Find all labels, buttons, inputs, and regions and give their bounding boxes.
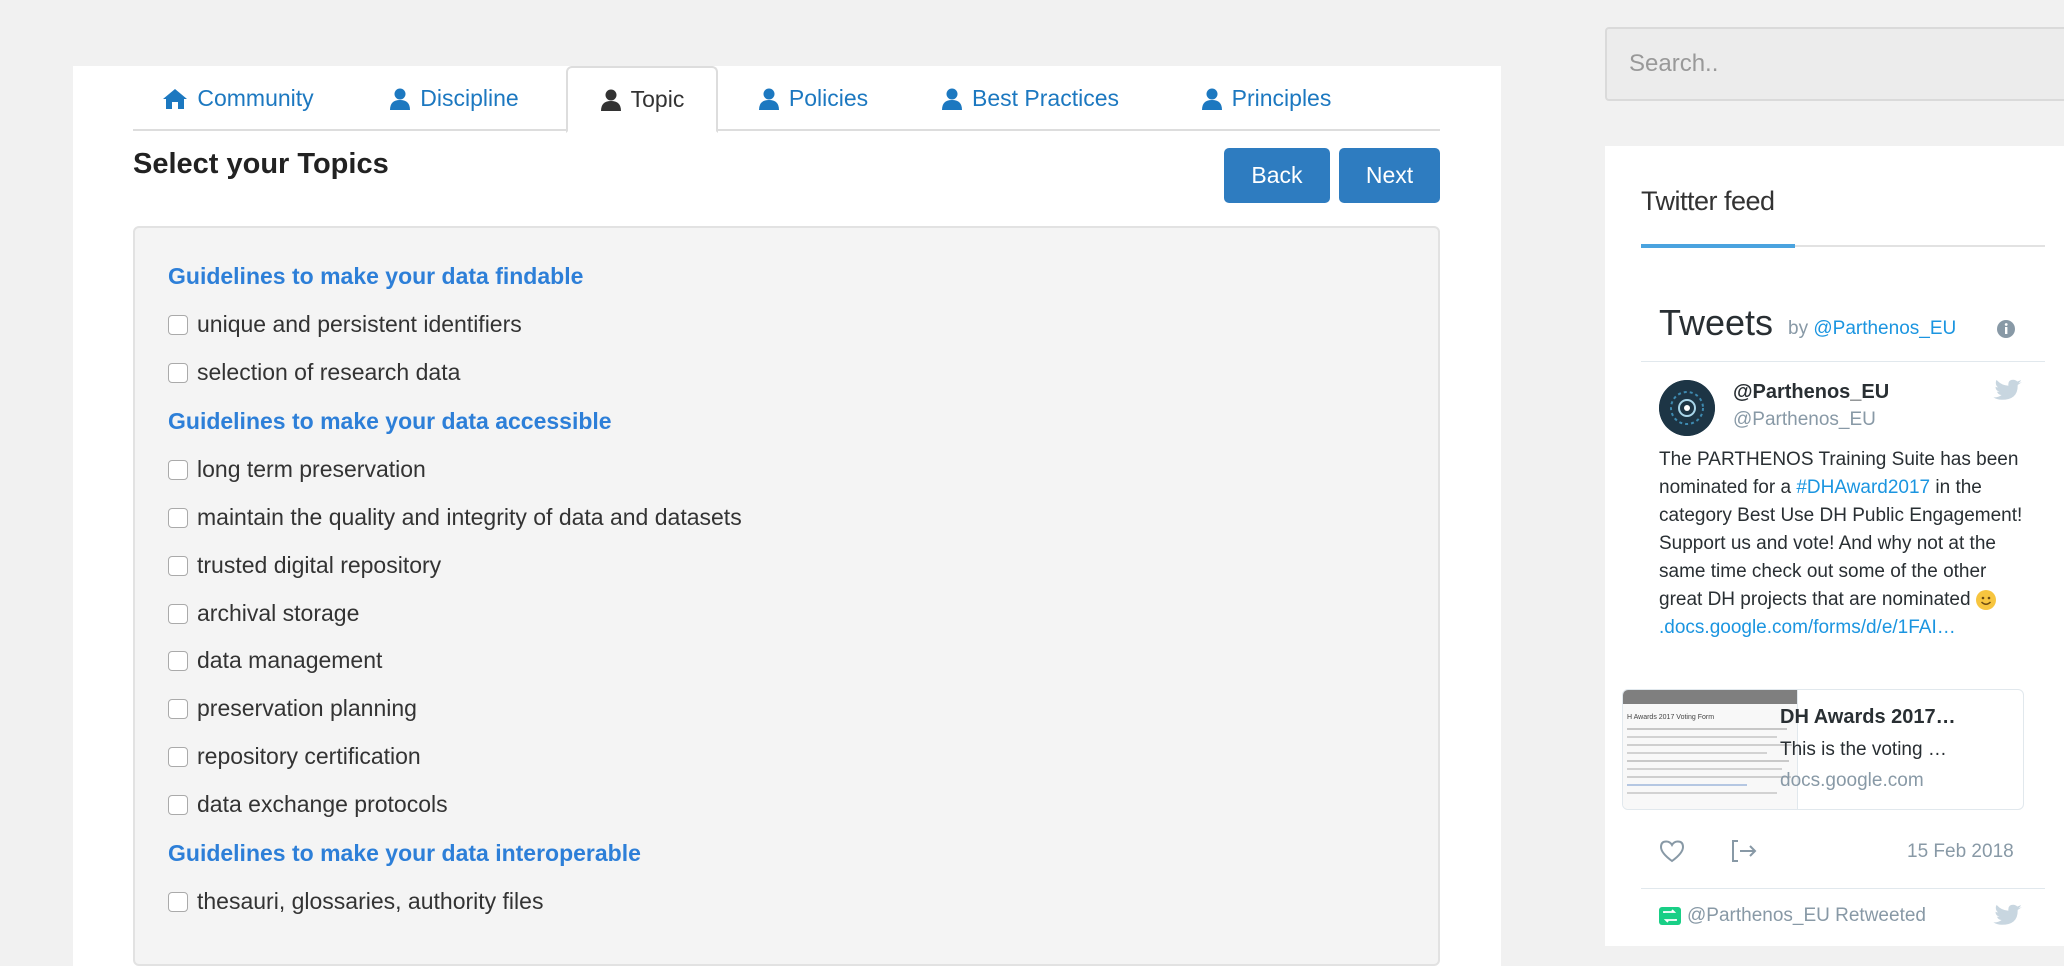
checkbox-label: archival storage xyxy=(197,600,360,626)
checkbox[interactable] xyxy=(168,891,188,912)
topic-checkbox-row[interactable]: archival storage xyxy=(168,600,359,627)
checkbox[interactable] xyxy=(168,362,188,383)
checkbox[interactable] xyxy=(168,603,188,624)
section-accessible-title: Guidelines to make your data accessible xyxy=(168,408,612,434)
tweets-by-prefix: by xyxy=(1788,318,1809,339)
checkbox[interactable] xyxy=(168,459,188,480)
checkbox[interactable] xyxy=(168,650,188,671)
checkbox-label: selection of research data xyxy=(197,359,461,385)
tab-bar: Community Discipline Topic Policies Best… xyxy=(133,66,1440,133)
preview-thumbnail: H Awards 2017 Voting Form xyxy=(1623,690,1798,809)
next-button[interactable]: Next xyxy=(1339,148,1440,203)
back-button[interactable]: Back xyxy=(1224,148,1330,203)
retweeted-label: @Parthenos_EU Retweeted xyxy=(1687,905,1926,926)
checkbox[interactable] xyxy=(168,746,188,767)
tweet-author-handle[interactable]: @Parthenos_EU xyxy=(1733,409,1876,431)
tab-label: Community xyxy=(197,85,314,111)
avatar[interactable] xyxy=(1659,380,1715,436)
card-title[interactable]: DH Awards 2017… xyxy=(1780,706,1956,729)
checkbox[interactable] xyxy=(168,507,188,528)
section-interoperable-title: Guidelines to make your data interoperab… xyxy=(168,840,641,866)
thumbnail-caption: H Awards 2017 Voting Form xyxy=(1627,714,1715,721)
checkbox-label: data management xyxy=(197,647,383,673)
search-input[interactable]: Search.. xyxy=(1605,27,2064,101)
divider xyxy=(1641,888,2045,889)
tweet-text: The PARTHENOS Training Suite has been no… xyxy=(1659,446,2031,642)
smiley-emoji-icon xyxy=(1975,589,1996,610)
active-underline xyxy=(1641,244,1795,248)
twitter-bird-icon[interactable] xyxy=(1993,379,2023,403)
topic-checkbox-row[interactable]: trusted digital repository xyxy=(168,552,441,579)
hashtag-link[interactable]: #DHAward2017 xyxy=(1796,477,1930,498)
checkbox-label: unique and persistent identifiers xyxy=(197,311,522,337)
topic-checkbox-row[interactable]: maintain the quality and integrity of da… xyxy=(168,504,742,531)
checkbox-label: preservation planning xyxy=(197,695,417,721)
section-findable-title: Guidelines to make your data findable xyxy=(168,263,584,289)
user-icon xyxy=(1201,88,1222,110)
user-icon xyxy=(942,88,962,110)
tab-discipline[interactable]: Discipline xyxy=(369,66,539,131)
checkbox-label: repository certification xyxy=(197,743,421,769)
user-icon xyxy=(758,88,779,110)
tweets-by-handle[interactable]: @Parthenos_EU xyxy=(1813,318,1956,339)
topic-checkbox-row[interactable]: data exchange protocols xyxy=(168,791,448,818)
checkbox-label: thesauri, glossaries, authority files xyxy=(197,888,544,914)
page-title: Select your Topics xyxy=(133,148,389,180)
topic-checkbox-row[interactable]: unique and persistent identifiers xyxy=(168,311,522,338)
tweets-by-line: by @Parthenos_EU xyxy=(1788,318,1956,340)
tab-topic[interactable]: Topic xyxy=(566,66,718,133)
tweet-author-name[interactable]: @Parthenos_EU xyxy=(1733,381,1889,404)
tweet-link[interactable]: .docs.google.com/forms/d/e/1FAI… xyxy=(1659,617,1956,638)
tweet-date[interactable]: 15 Feb 2018 xyxy=(1907,841,2014,863)
twitter-feed-heading: Twitter feed xyxy=(1641,186,1775,216)
twitter-bird-icon[interactable] xyxy=(1993,904,2023,928)
topic-checkbox-row[interactable]: thesauri, glossaries, authority files xyxy=(168,888,543,915)
share-icon[interactable] xyxy=(1730,838,1758,864)
checkbox[interactable] xyxy=(168,314,188,335)
divider xyxy=(1641,361,2045,362)
tab-label: Discipline xyxy=(420,85,519,111)
card-host: docs.google.com xyxy=(1780,770,1924,791)
info-icon[interactable] xyxy=(1996,319,2016,339)
checkbox-label: trusted digital repository xyxy=(197,552,442,578)
tab-label: Best Practices xyxy=(972,85,1119,111)
tab-best-practices[interactable]: Best Practices xyxy=(915,66,1145,131)
tab-policies[interactable]: Policies xyxy=(738,66,888,131)
tab-label: Policies xyxy=(788,85,869,111)
home-icon xyxy=(163,88,188,109)
checkbox-label: long term preservation xyxy=(197,456,426,482)
checkbox[interactable] xyxy=(168,555,188,576)
user-icon xyxy=(600,89,621,111)
topic-checkbox-row[interactable]: long term preservation xyxy=(168,456,426,483)
checkbox[interactable] xyxy=(168,698,188,719)
tab-label: Principles xyxy=(1231,85,1332,111)
retweet-indicator: @Parthenos_EU Retweeted xyxy=(1659,905,1926,927)
card-description: This is the voting … xyxy=(1780,739,1947,760)
topic-checkbox-row[interactable]: preservation planning xyxy=(168,695,417,722)
retweet-icon xyxy=(1659,907,1681,925)
user-icon xyxy=(390,88,411,110)
heart-icon[interactable] xyxy=(1659,839,1685,863)
checkbox-label: maintain the quality and integrity of da… xyxy=(197,504,742,530)
topic-checkbox-row[interactable]: selection of research data xyxy=(168,359,460,386)
tab-principles[interactable]: Principles xyxy=(1171,66,1361,131)
tweets-title: Tweets xyxy=(1659,302,1774,343)
topic-checkbox-row[interactable]: repository certification xyxy=(168,743,421,770)
tab-label: Topic xyxy=(630,86,685,112)
topic-checkbox-row[interactable]: data management xyxy=(168,647,382,674)
checkbox[interactable] xyxy=(168,794,188,815)
checkbox-label: data exchange protocols xyxy=(197,791,448,817)
tab-community[interactable]: Community xyxy=(133,66,343,131)
